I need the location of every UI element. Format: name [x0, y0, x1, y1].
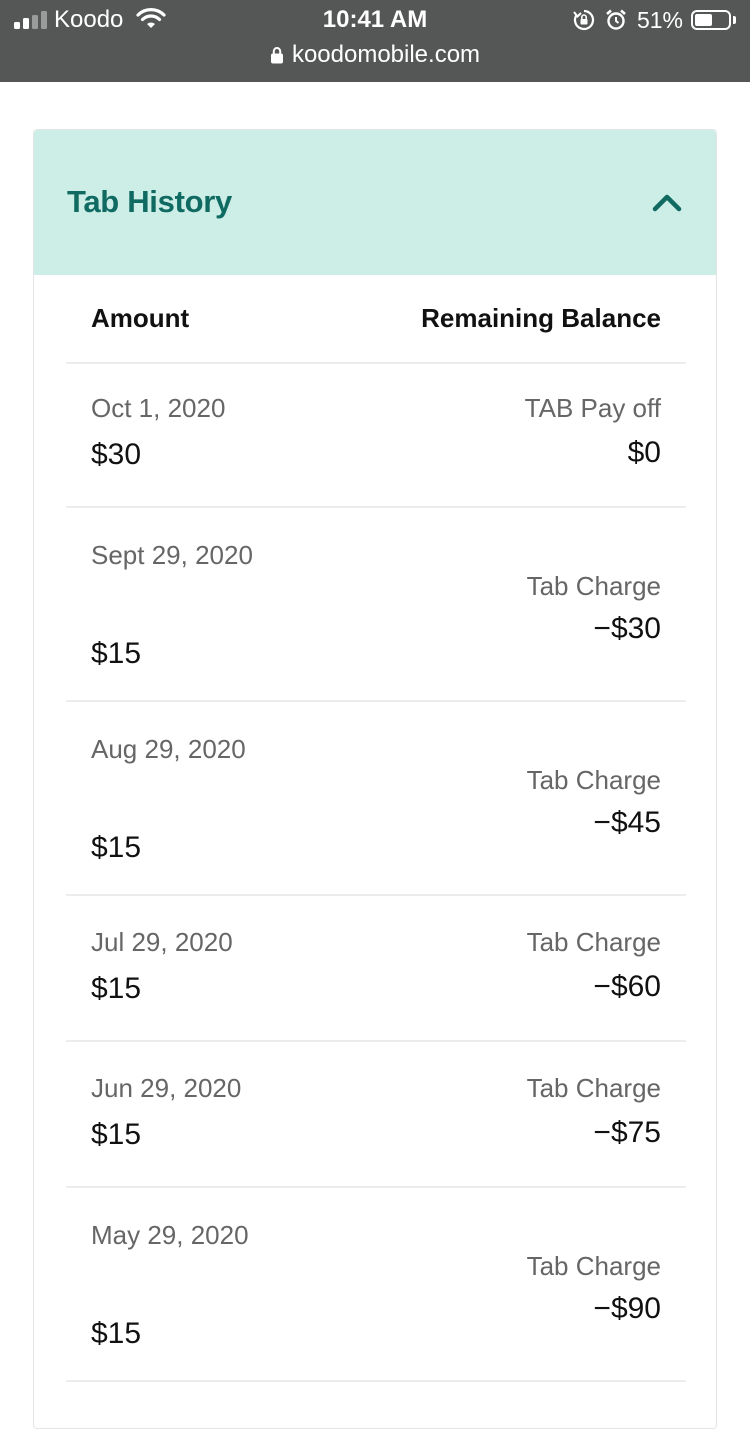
table-row: Oct 1, 2020 $30 TAB Pay off $0 [66, 362, 686, 508]
row-date: Jun 29, 2020 [91, 1073, 242, 1103]
table-row: Jun 29, 2020 $15 Tab Charge −$75 [66, 1042, 686, 1188]
column-header-remaining-balance: Remaining Balance [421, 303, 661, 333]
battery-icon [691, 10, 731, 30]
address-bar[interactable]: koodomobile.com [0, 40, 750, 70]
tab-history-title: Tab History [67, 184, 232, 219]
row-type: Tab Charge [526, 1251, 661, 1281]
row-type: Tab Charge [526, 765, 661, 795]
url-text: koodomobile.com [291, 41, 481, 68]
row-amount: $15 [91, 1317, 142, 1350]
status-right-group: 51% [573, 6, 736, 34]
tab-history-header[interactable]: Tab History [34, 130, 716, 275]
status-bar: Koodo 10:41 AM 51% [0, 0, 750, 40]
row-type: Tab Charge [526, 1073, 661, 1103]
battery-percent: 51% [636, 7, 683, 33]
row-date: Sept 29, 2020 [91, 540, 253, 570]
row-amount: $15 [91, 972, 142, 1005]
row-date: Jul 29, 2020 [91, 927, 233, 957]
rotation-lock-icon [573, 9, 595, 31]
row-date: Oct 1, 2020 [91, 393, 226, 423]
row-date: May 29, 2020 [91, 1220, 249, 1250]
lock-icon [270, 47, 283, 64]
table-row: May 29, 2020 $15 Tab Charge −$90 [66, 1188, 686, 1382]
tab-history-card: Tab History Amount Remaining Balance Oct… [33, 129, 717, 1429]
row-balance: −$60 [593, 970, 661, 1003]
table-header: Amount Remaining Balance [66, 275, 686, 364]
table-row: Jul 29, 2020 $15 Tab Charge −$60 [66, 896, 686, 1042]
row-date: Aug 29, 2020 [91, 734, 246, 764]
row-type: TAB Pay off [524, 393, 661, 423]
browser-chrome: Koodo 10:41 AM 51% koodomobile.com [0, 0, 750, 82]
row-amount: $15 [91, 637, 142, 670]
row-amount: $15 [91, 1118, 142, 1151]
row-balance: −$45 [593, 806, 661, 839]
row-balance: −$30 [593, 612, 661, 645]
row-balance: $0 [627, 436, 661, 469]
table-row: Aug 29, 2020 $15 Tab Charge −$45 [66, 702, 686, 896]
row-balance: −$75 [593, 1116, 661, 1149]
alarm-icon [606, 9, 626, 30]
tab-history-list: Oct 1, 2020 $30 TAB Pay off $0 Sept 29, … [66, 362, 686, 1382]
row-balance: −$90 [593, 1292, 661, 1325]
row-amount: $15 [91, 831, 142, 864]
chevron-up-icon[interactable] [651, 190, 683, 214]
table-row: Sept 29, 2020 $15 Tab Charge −$30 [66, 508, 686, 702]
row-amount: $30 [91, 438, 142, 471]
row-type: Tab Charge [526, 927, 661, 957]
row-type: Tab Charge [526, 571, 661, 601]
column-header-amount: Amount [91, 303, 190, 333]
